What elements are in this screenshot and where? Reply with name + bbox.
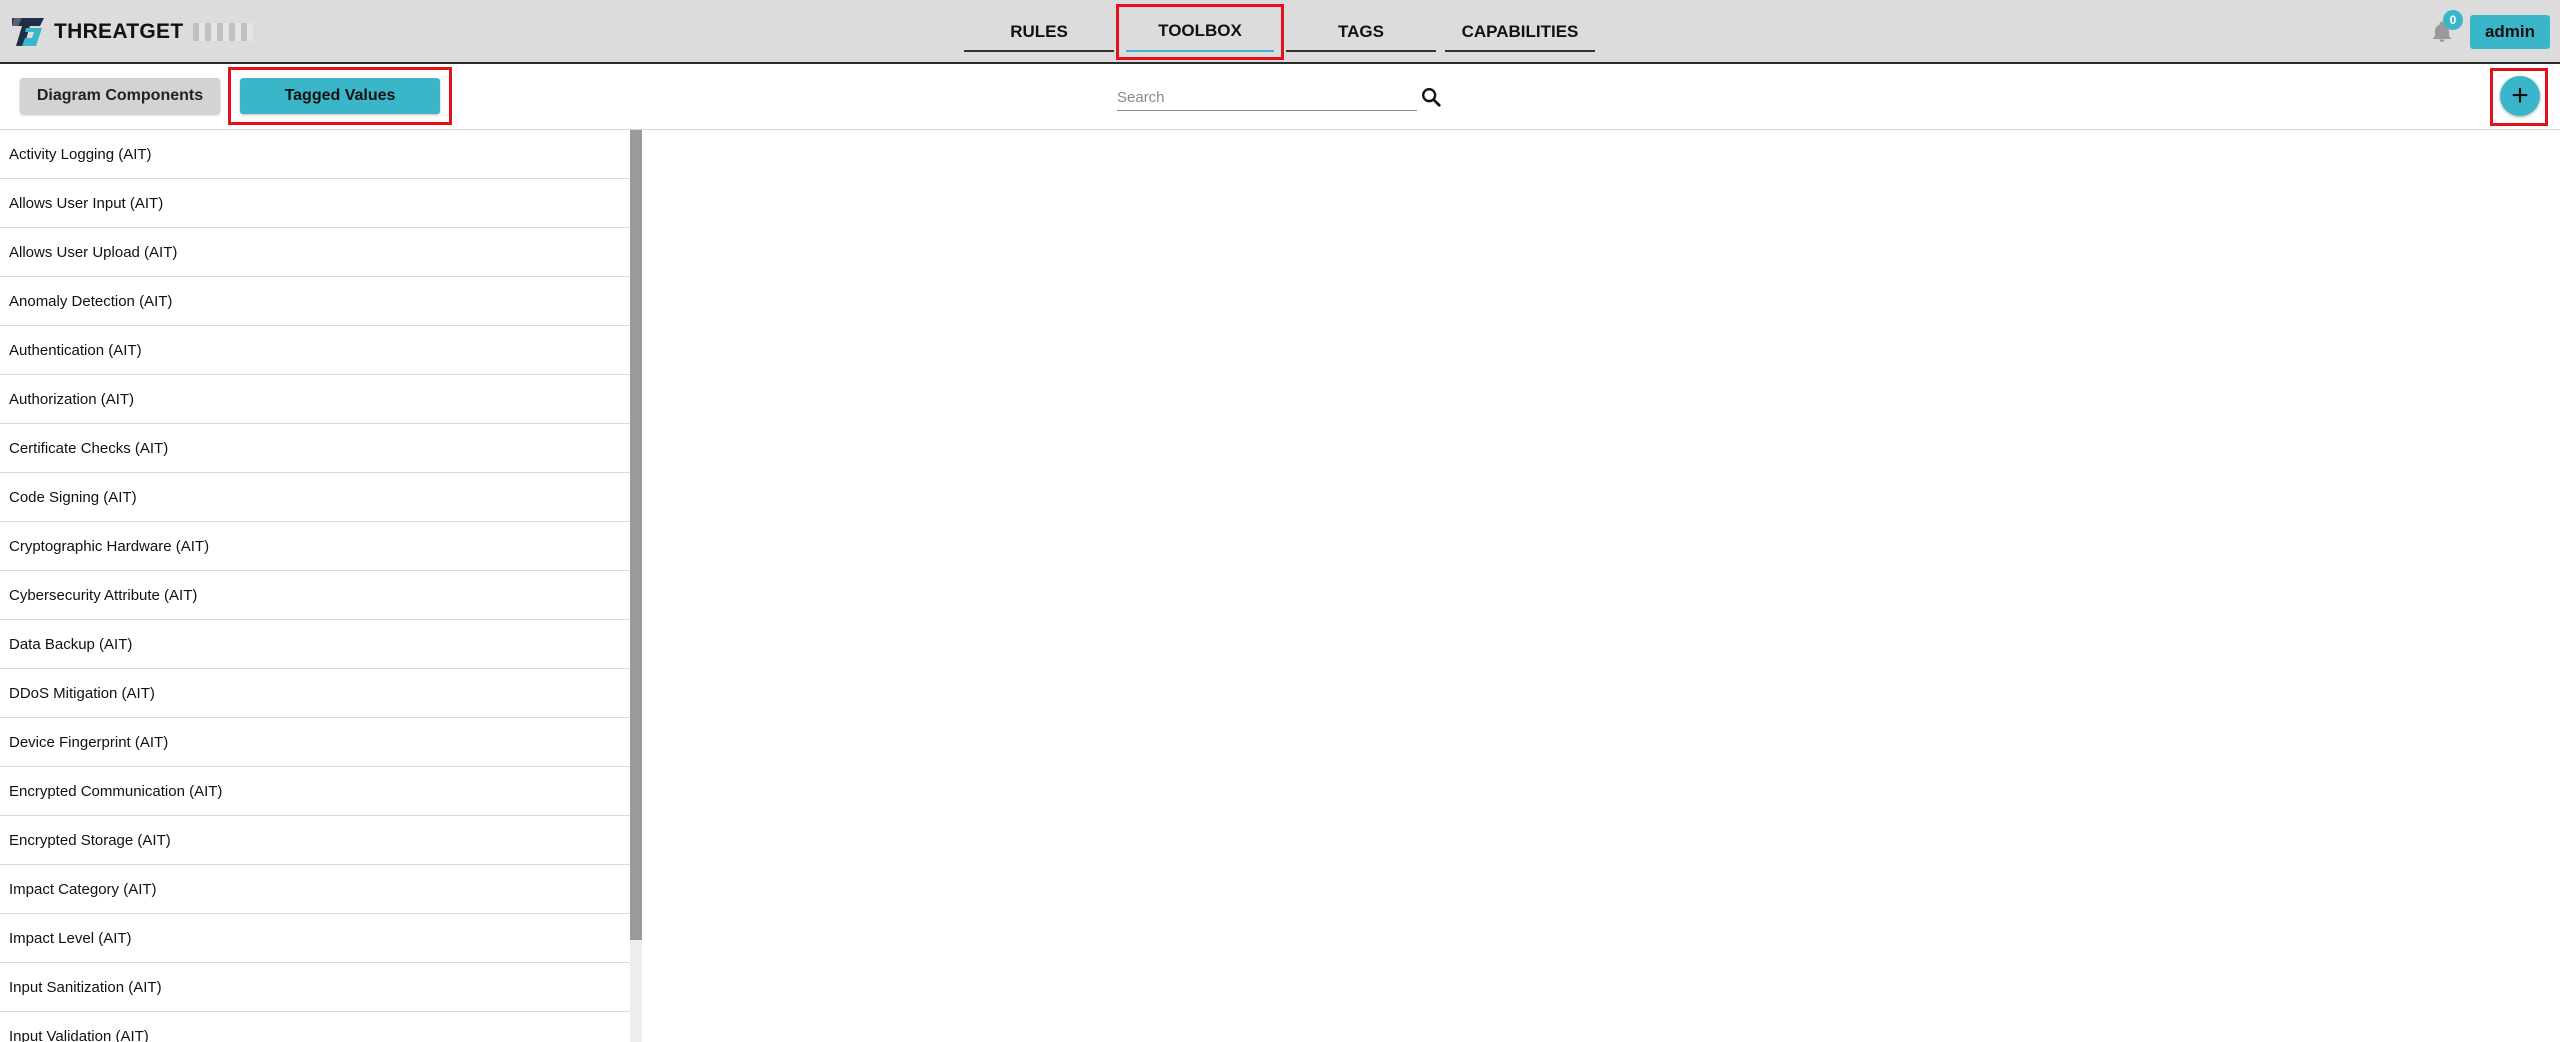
tab-tags-label: TAGS (1338, 22, 1384, 41)
toolbox-toolbar: Diagram Components Tagged Values + (0, 64, 2560, 130)
list-item[interactable]: DDoS Mitigation (AIT) (0, 669, 630, 718)
tab-capabilities[interactable]: CAPABILITIES (1445, 0, 1595, 64)
list-item[interactable]: Allows User Input (AIT) (0, 179, 630, 228)
list-item[interactable]: Input Sanitization (AIT) (0, 963, 630, 1012)
list-item[interactable]: Anomaly Detection (AIT) (0, 277, 630, 326)
tab-rules-label: RULES (1010, 22, 1068, 41)
list-item[interactable]: Encrypted Communication (AIT) (0, 767, 630, 816)
redacted-text (193, 23, 254, 41)
tab-tags-underline (1286, 50, 1436, 52)
user-menu-button[interactable]: admin (2470, 15, 2550, 49)
list-item[interactable]: Impact Level (AIT) (0, 914, 630, 963)
tab-toolbox[interactable]: TOOLBOX (1116, 0, 1284, 64)
list-item[interactable]: Authorization (AIT) (0, 375, 630, 424)
list-item[interactable]: Cryptographic Hardware (AIT) (0, 522, 630, 571)
tab-capabilities-label: CAPABILITIES (1461, 22, 1579, 41)
tab-capabilities-underline (1445, 50, 1595, 52)
app-name: THREATGET (54, 20, 184, 43)
search-box (1117, 84, 1417, 114)
top-navigation-bar: THREATGET RULES TOOLBOX TAGS CAPABILITIE… (0, 0, 2560, 64)
diagram-components-tab-button[interactable]: Diagram Components (20, 78, 220, 114)
tagged-values-tab-button[interactable]: Tagged Values (240, 78, 440, 114)
list-item[interactable]: Cybersecurity Attribute (AIT) (0, 571, 630, 620)
notification-count-badge: 0 (2443, 10, 2463, 30)
list-item[interactable]: Certificate Checks (AIT) (0, 424, 630, 473)
list-item[interactable]: Data Backup (AIT) (0, 620, 630, 669)
tab-tags[interactable]: TAGS (1286, 0, 1436, 64)
tab-rules-underline (964, 50, 1114, 52)
list-item[interactable]: Encrypted Storage (AIT) (0, 816, 630, 865)
tab-toolbox-highlight (1116, 4, 1284, 60)
list-item[interactable]: Activity Logging (AIT) (0, 130, 630, 179)
list-item[interactable]: Code Signing (AIT) (0, 473, 630, 522)
list-item[interactable]: Impact Category (AIT) (0, 865, 630, 914)
list-item[interactable]: Allows User Upload (AIT) (0, 228, 630, 277)
search-icon[interactable] (1420, 86, 1442, 108)
plus-icon: + (2511, 79, 2529, 112)
list-scrollbar-thumb[interactable] (630, 130, 642, 940)
threatget-logo-icon (12, 18, 44, 46)
list-item[interactable]: Device Fingerprint (AIT) (0, 718, 630, 767)
tagged-values-list: Activity Logging (AIT) Allows User Input… (0, 130, 630, 1042)
tab-rules[interactable]: RULES (964, 0, 1114, 64)
brand[interactable]: THREATGET (10, 14, 254, 50)
add-tagged-value-button[interactable]: + (2500, 76, 2540, 116)
list-item[interactable]: Authentication (AIT) (0, 326, 630, 375)
list-item[interactable]: Input Validation (AIT) (0, 1012, 630, 1042)
search-input[interactable] (1117, 84, 1417, 111)
